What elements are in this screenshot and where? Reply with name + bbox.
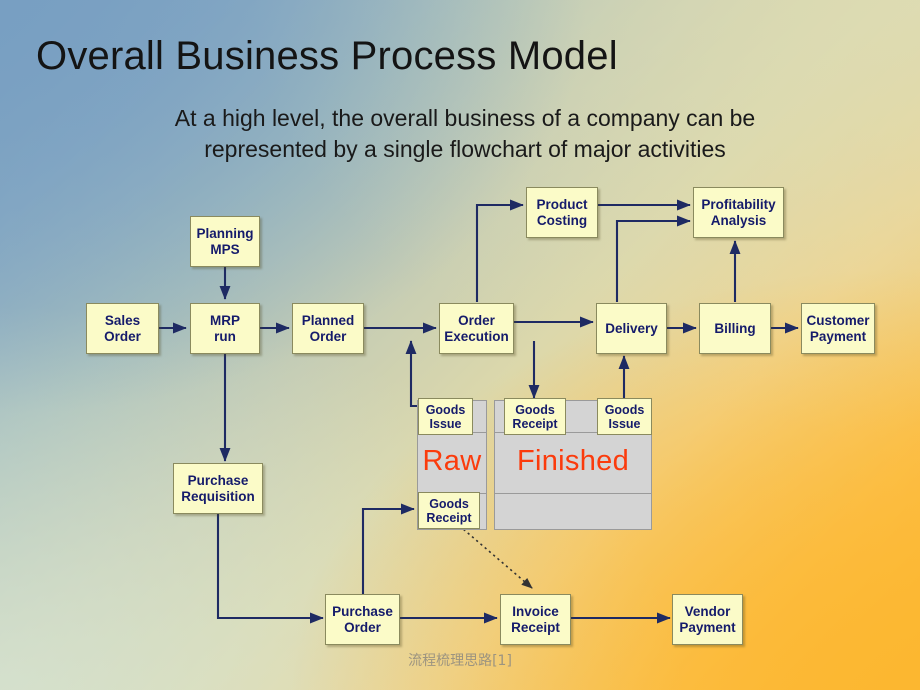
node-planned-order[interactable]: Planned Order bbox=[292, 303, 364, 354]
finished-inventory-divider-bottom bbox=[495, 493, 651, 494]
edge-purchase-order-to-raw-goods-receipt bbox=[361, 503, 415, 594]
node-planned-order-line-1: Planned bbox=[301, 313, 355, 328]
node-sales-order-line-2: Order bbox=[104, 328, 141, 344]
raw-goods-issue-line-2: Issue bbox=[429, 416, 462, 431]
node-billing-line-1: Billing bbox=[714, 320, 756, 336]
node-vendor-payment-line-2: Payment bbox=[679, 619, 736, 635]
node-purchase-requisition-line-2: Requisition bbox=[181, 488, 255, 504]
node-customer-payment-line-2: Payment bbox=[809, 328, 867, 344]
edge-purchase-requisition-to-purchase-order bbox=[216, 513, 324, 624]
node-planning-mps-line-1: Planning bbox=[196, 226, 254, 241]
node-invoice-receipt-line-2: Receipt bbox=[511, 619, 560, 635]
edge-delivery-to-profitability-analysis bbox=[615, 215, 691, 302]
node-product-costing-line-2: Costing bbox=[536, 212, 588, 228]
edge-raw-goods-receipt-to-invoice-receipt bbox=[454, 521, 533, 589]
node-planning-mps-line-2: MPS bbox=[210, 241, 240, 257]
node-purchase-order-line-1: Purchase bbox=[332, 604, 393, 619]
node-vendor-payment[interactable]: Vendor Payment bbox=[672, 594, 743, 645]
node-purchase-requisition-line-1: Purchase bbox=[187, 473, 249, 488]
node-planning-mps[interactable]: Planning MPS bbox=[190, 216, 260, 267]
finished-inventory-label: Finished bbox=[516, 445, 629, 477]
node-product-costing-line-1: Product bbox=[536, 197, 588, 212]
finished-goods-issue-line-1: Goods bbox=[604, 402, 645, 417]
raw-inventory-label: Raw bbox=[422, 445, 482, 477]
node-sales-order[interactable]: Sales Order bbox=[86, 303, 159, 354]
raw-goods-receipt-line-1: Goods bbox=[429, 496, 469, 511]
node-billing[interactable]: Billing bbox=[699, 303, 771, 354]
node-delivery-line-1: Delivery bbox=[605, 320, 658, 336]
node-product-costing[interactable]: Product Costing bbox=[526, 187, 598, 238]
node-purchase-requisition[interactable]: Purchase Requisition bbox=[173, 463, 263, 514]
node-mrp-run[interactable]: MRP run bbox=[190, 303, 260, 354]
raw-goods-receipt-tag[interactable]: Goods Receipt bbox=[418, 492, 480, 529]
finished-goods-receipt-line-1: Goods bbox=[515, 402, 555, 417]
node-order-execution[interactable]: Order Execution bbox=[439, 303, 514, 354]
node-invoice-receipt-line-1: Invoice bbox=[512, 604, 559, 619]
node-planned-order-line-2: Order bbox=[309, 328, 347, 344]
node-purchase-order-line-2: Order bbox=[344, 619, 381, 635]
slide-canvas: Overall Business Process Model At a high… bbox=[0, 0, 920, 690]
node-sales-order-line-1: Sales bbox=[104, 313, 141, 328]
raw-goods-issue-tag[interactable]: Goods Issue bbox=[418, 398, 473, 435]
slide-footer: 流程梳理思路[1] bbox=[408, 653, 512, 669]
node-invoice-receipt[interactable]: Invoice Receipt bbox=[500, 594, 571, 645]
finished-goods-receipt-line-2: Receipt bbox=[512, 416, 558, 431]
finished-goods-issue-line-2: Issue bbox=[608, 416, 641, 431]
finished-goods-issue-tag[interactable]: Goods Issue bbox=[597, 398, 652, 435]
node-order-execution-line-2: Execution bbox=[444, 328, 509, 344]
node-customer-payment-line-1: Customer bbox=[806, 313, 870, 328]
node-profitability-analysis-line-2: Analysis bbox=[710, 212, 767, 228]
node-delivery[interactable]: Delivery bbox=[596, 303, 667, 354]
raw-goods-issue-line-1: Goods bbox=[425, 402, 466, 417]
edge-raw-goods-issue-to-order-execution bbox=[405, 340, 419, 408]
node-purchase-order[interactable]: Purchase Order bbox=[325, 594, 400, 645]
edge-order-execution-to-product-costing bbox=[475, 199, 524, 302]
node-customer-payment[interactable]: Customer Payment bbox=[801, 303, 875, 354]
node-mrp-run-line-1: MRP bbox=[210, 313, 240, 328]
node-order-execution-line-1: Order bbox=[458, 313, 495, 328]
node-mrp-run-line-2: run bbox=[214, 328, 236, 344]
node-vendor-payment-line-1: Vendor bbox=[684, 604, 731, 619]
raw-goods-receipt-line-2: Receipt bbox=[426, 510, 472, 525]
node-profitability-analysis-line-1: Profitability bbox=[701, 197, 776, 212]
finished-goods-receipt-tag[interactable]: Goods Receipt bbox=[504, 398, 566, 435]
node-profitability-analysis[interactable]: Profitability Analysis bbox=[693, 187, 784, 238]
